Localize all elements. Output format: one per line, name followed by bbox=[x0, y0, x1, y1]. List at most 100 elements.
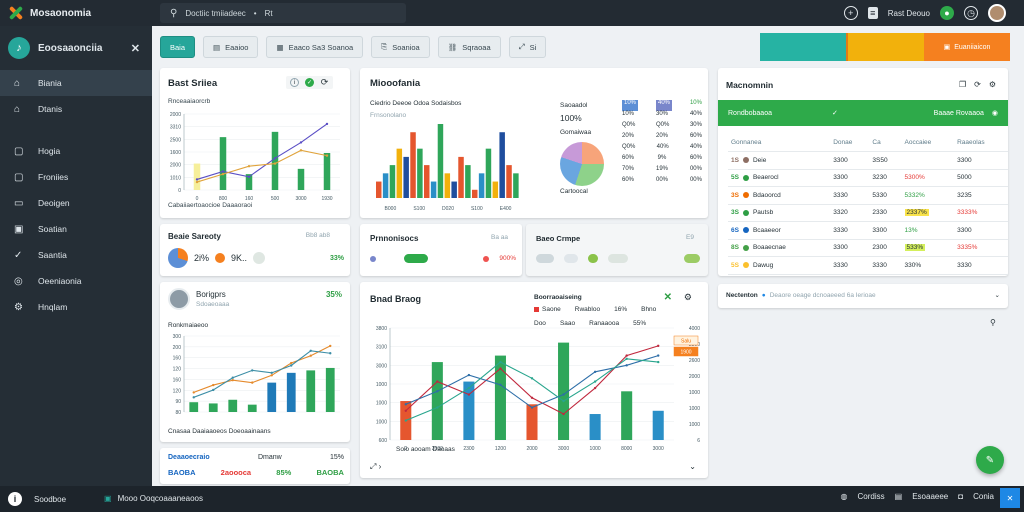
user-name[interactable]: Rast Deouo bbox=[888, 9, 930, 18]
histogram-bar[interactable] bbox=[499, 132, 505, 198]
toolbar-button-3[interactable]: ▦ Eaaco Sa3 Soanoa bbox=[266, 36, 364, 58]
sidebar-item-4[interactable]: ▢ Froniies bbox=[0, 164, 152, 190]
bar[interactable] bbox=[325, 367, 335, 412]
refresh-icon-2[interactable]: ⟳ bbox=[974, 80, 981, 89]
histogram-bar[interactable] bbox=[410, 132, 416, 198]
floating-action-button[interactable]: ✎ bbox=[976, 446, 1004, 474]
toolbar-button-4[interactable]: ⎘ Soanioa bbox=[371, 36, 430, 58]
data-point[interactable] bbox=[325, 154, 329, 157]
histogram-bar[interactable] bbox=[382, 173, 389, 198]
data-point[interactable] bbox=[309, 349, 312, 353]
info-circle-icon[interactable]: i bbox=[8, 492, 22, 506]
table-row[interactable]: 5S Beaerocl 3300 3230 5300% 5000 bbox=[728, 169, 1008, 187]
green-status-icon[interactable]: ✓ bbox=[305, 78, 314, 87]
bar[interactable] bbox=[652, 410, 664, 440]
data-point[interactable] bbox=[325, 122, 329, 126]
bar[interactable] bbox=[621, 391, 633, 440]
histogram-bar[interactable] bbox=[403, 156, 409, 198]
data-point[interactable] bbox=[593, 370, 597, 374]
settings-icon-2[interactable]: ⚙ bbox=[989, 80, 996, 89]
sidebar-item-1[interactable]: ⌂ Biania bbox=[0, 70, 152, 96]
data-point[interactable] bbox=[562, 393, 565, 396]
toolbar-button-6[interactable]: ⤢ Si bbox=[508, 36, 547, 58]
histogram-bar[interactable] bbox=[485, 148, 492, 198]
trend-chevron-down-icon[interactable]: ⌄ bbox=[689, 462, 696, 471]
bar[interactable] bbox=[297, 168, 305, 190]
notice-chevron-icon[interactable]: ⌄ bbox=[995, 291, 1000, 299]
bottom-r1[interactable]: Cordiss bbox=[858, 492, 885, 501]
bottom-close-button[interactable]: ✕ bbox=[1000, 488, 1020, 508]
table-banner-icon[interactable]: ◉ bbox=[992, 109, 998, 117]
data-point[interactable] bbox=[593, 386, 597, 390]
data-point[interactable] bbox=[192, 396, 195, 399]
table-header-cell[interactable]: Gonnanea bbox=[728, 134, 831, 152]
data-point[interactable] bbox=[436, 390, 439, 393]
data-point[interactable] bbox=[273, 162, 277, 165]
histogram-bar[interactable] bbox=[478, 173, 485, 198]
bar[interactable] bbox=[208, 403, 218, 412]
histogram-bar[interactable] bbox=[430, 181, 437, 198]
bar[interactable] bbox=[323, 152, 331, 190]
data-point[interactable] bbox=[467, 386, 471, 390]
bottom-r2[interactable]: Esoaaeee bbox=[912, 492, 948, 501]
toolbar-button-2[interactable]: ▤ Eaaioo bbox=[203, 36, 259, 58]
document-icon[interactable]: ≡ bbox=[867, 7, 878, 19]
bar[interactable] bbox=[193, 163, 201, 190]
settings-icon[interactable]: ⚙ bbox=[684, 292, 692, 303]
data-point[interactable] bbox=[195, 178, 199, 181]
data-point[interactable] bbox=[270, 374, 273, 377]
data-point[interactable] bbox=[657, 360, 660, 364]
data-point[interactable] bbox=[270, 371, 273, 375]
data-point[interactable] bbox=[499, 383, 502, 387]
table-row[interactable]: 1S Deie 3300 3S50 3300 bbox=[728, 151, 1008, 170]
histogram-bar[interactable] bbox=[492, 181, 499, 198]
data-point[interactable] bbox=[329, 344, 332, 348]
bar[interactable] bbox=[589, 414, 601, 440]
sidebar-item-6[interactable]: ▣ Soatian bbox=[0, 216, 152, 242]
data-point[interactable] bbox=[625, 357, 628, 361]
data-point[interactable] bbox=[404, 403, 407, 406]
histogram-bar[interactable] bbox=[465, 165, 471, 198]
data-point[interactable] bbox=[436, 406, 439, 409]
table-row[interactable]: 3S Pautsb 3320 2330 2337% 3333% bbox=[728, 204, 1008, 222]
search-box[interactable]: ⚲ Doctiic tmiiadeec • Rt bbox=[160, 3, 406, 23]
data-point[interactable] bbox=[404, 409, 407, 412]
histogram-bar[interactable] bbox=[458, 156, 464, 198]
copy-icon[interactable]: ❐ bbox=[959, 80, 966, 89]
histogram-bar[interactable] bbox=[389, 165, 396, 198]
small-settings-icon[interactable]: ⚲ bbox=[990, 318, 996, 327]
close-icon[interactable]: ✕ bbox=[131, 42, 140, 55]
table-row[interactable]: 3S Bdaoorcd 3330 5330 5332% 3235 bbox=[728, 186, 1008, 205]
histogram-bar[interactable] bbox=[424, 165, 430, 198]
bar[interactable] bbox=[267, 382, 277, 412]
data-point[interactable] bbox=[290, 364, 293, 367]
data-point[interactable] bbox=[329, 352, 332, 355]
data-point[interactable] bbox=[212, 383, 215, 387]
toolbar-button-5[interactable]: ⛓ Sqraoaa bbox=[437, 36, 501, 58]
data-point[interactable] bbox=[221, 170, 225, 173]
app-logo[interactable]: Mosaonomia bbox=[8, 5, 91, 21]
search-filter[interactable]: Rt bbox=[265, 9, 273, 18]
bar[interactable] bbox=[286, 372, 296, 412]
data-point[interactable] bbox=[299, 149, 303, 152]
data-point[interactable] bbox=[404, 419, 407, 422]
data-point[interactable] bbox=[436, 380, 439, 383]
toolbar-button-1[interactable]: Baia bbox=[160, 36, 196, 58]
table-row[interactable]: 6S Bcaaeeor 3330 3300 13% 3300 bbox=[728, 221, 1008, 240]
table-header-cell[interactable]: Donae bbox=[830, 134, 870, 152]
histogram-bar[interactable] bbox=[444, 173, 451, 198]
table-row[interactable]: 8S Boaaecnae 3300 2300 533% 3335% bbox=[728, 239, 1008, 257]
data-point[interactable] bbox=[499, 360, 502, 364]
histogram-bar[interactable] bbox=[437, 124, 444, 198]
data-point[interactable] bbox=[221, 172, 225, 176]
table-row[interactable]: 5S Dawug 3330 3330 330% 3330 bbox=[728, 256, 1008, 275]
data-point[interactable] bbox=[231, 378, 234, 382]
bottom-mid-label[interactable]: Mooo Ooqcoaaaneaoos bbox=[118, 494, 203, 503]
data-point[interactable] bbox=[251, 369, 254, 372]
bar[interactable] bbox=[271, 131, 279, 190]
bar[interactable] bbox=[306, 370, 316, 412]
histogram-bar[interactable] bbox=[417, 148, 423, 198]
sidebar-item-2[interactable]: ⌂ Dtanis bbox=[0, 96, 152, 122]
histogram-bar[interactable] bbox=[472, 189, 478, 198]
close-x-icon[interactable]: ✕ bbox=[664, 292, 672, 303]
